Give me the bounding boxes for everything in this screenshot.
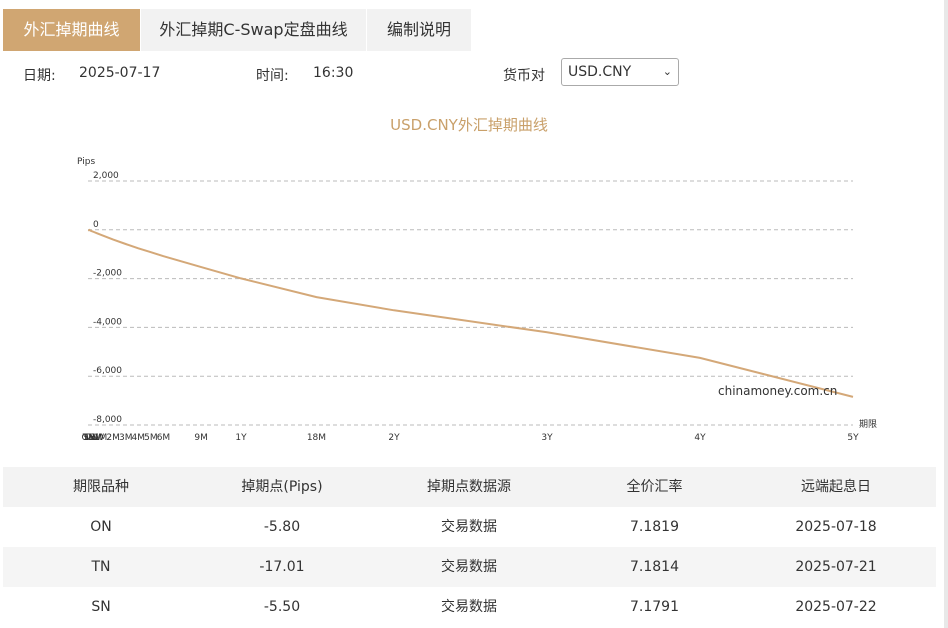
cell-data-source: 交易数据 — [441, 599, 497, 615]
date-label: 日期: — [23, 68, 56, 84]
header-all-in-rate: 全价汇率 — [626, 479, 683, 495]
y-axis-label: Pips — [77, 157, 95, 167]
currency-pair-value: USD.CNY — [568, 64, 632, 80]
x-tick-label: 1Y — [235, 433, 247, 443]
time-value: 16:30 — [313, 65, 354, 81]
cell-all-in-rate: 7.1814 — [630, 559, 679, 575]
cell-data-source: 交易数据 — [441, 559, 497, 575]
x-tick-label: 5M — [144, 433, 158, 443]
header-swap-points: 掉期点(Pips) — [241, 479, 323, 495]
x-tick-label: 2Y — [388, 433, 400, 443]
cell-far-value-date: 2025-07-21 — [795, 559, 877, 575]
table-row: ON -5.80 交易数据 7.1819 2025-07-18 — [3, 507, 936, 547]
x-tick-label: 18M — [307, 433, 326, 443]
x-tick-label: 4M — [132, 433, 146, 443]
currency-pair-label: 货币对 — [503, 68, 545, 84]
cell-tenor: ON — [90, 519, 112, 535]
x-tick-label: 4Y — [694, 433, 706, 443]
x-tick-label: 2M — [106, 433, 120, 443]
cell-all-in-rate: 7.1791 — [630, 599, 679, 615]
tab-methodology[interactable]: 编制说明 — [367, 9, 471, 51]
series-line — [87, 228, 854, 398]
header-far-value-date: 远端起息日 — [801, 479, 871, 495]
table-header-row: 期限品种 掉期点(Pips) 掉期点数据源 全价汇率 远端起息日 — [3, 467, 936, 507]
header-data-source: 掉期点数据源 — [427, 479, 511, 495]
cell-far-value-date: 2025-07-22 — [795, 599, 877, 615]
date-value: 2025-07-17 — [79, 65, 161, 81]
x-tick-label: 9M — [194, 433, 208, 443]
cell-data-source: 交易数据 — [441, 519, 497, 535]
tab-fx-swap-curve[interactable]: 外汇掉期曲线 — [3, 9, 140, 51]
x-tick-label: 5Y — [847, 433, 859, 443]
cell-far-value-date: 2025-07-18 — [795, 519, 877, 535]
x-axis-label: 期限 — [859, 419, 877, 430]
y-tick-label: 2,000 — [93, 171, 119, 181]
x-tick-label: 1M — [94, 433, 108, 443]
x-tick-label: 3M — [119, 433, 133, 443]
y-tick-label: -2,000 — [93, 269, 122, 279]
y-tick-label: -4,000 — [93, 317, 122, 327]
cell-swap-points: -5.50 — [263, 599, 301, 615]
cell-tenor: TN — [91, 559, 111, 575]
x-tick-label: 6M — [157, 433, 171, 443]
table-row: TN -17.01 交易数据 7.1814 2025-07-21 — [3, 547, 936, 587]
y-tick-label: -6,000 — [93, 366, 122, 376]
page-scrollbar[interactable] — [944, 0, 948, 628]
x-tick-label: 3Y — [541, 433, 553, 443]
y-tick-label: 0 — [93, 220, 99, 230]
watermark-text: chinamoney.com.cn — [718, 384, 837, 398]
tab-cswap-fixing-curve[interactable]: 外汇掉期C-Swap定盘曲线 — [141, 9, 366, 51]
cell-tenor: SN — [91, 599, 111, 615]
chevron-down-icon: ⌄ — [662, 65, 672, 78]
swap-curve-chart: USD.CNY外汇掉期曲线 Pips 期限 2,000 0 -2,000 -4,000 -6,… — [77, 116, 877, 443]
cell-all-in-rate: 7.1819 — [630, 519, 679, 535]
table-row: SN -5.50 交易数据 7.1791 2025-07-22 — [3, 587, 936, 627]
tab-bar: 外汇掉期曲线 外汇掉期C-Swap定盘曲线 编制说明 — [3, 9, 472, 51]
chart-title: USD.CNY外汇掉期曲线 — [390, 116, 548, 134]
y-tick-label: -8,000 — [93, 415, 122, 425]
currency-pair-select[interactable]: USD.CNY ⌄ — [561, 58, 679, 86]
cell-swap-points: -17.01 — [259, 559, 305, 575]
cell-swap-points: -5.80 — [263, 519, 301, 535]
time-label: 时间: — [256, 68, 289, 84]
header-tenor: 期限品种 — [73, 479, 129, 495]
swap-points-table: 期限品种 掉期点(Pips) 掉期点数据源 全价汇率 远端起息日 ON -5.8… — [3, 467, 936, 627]
